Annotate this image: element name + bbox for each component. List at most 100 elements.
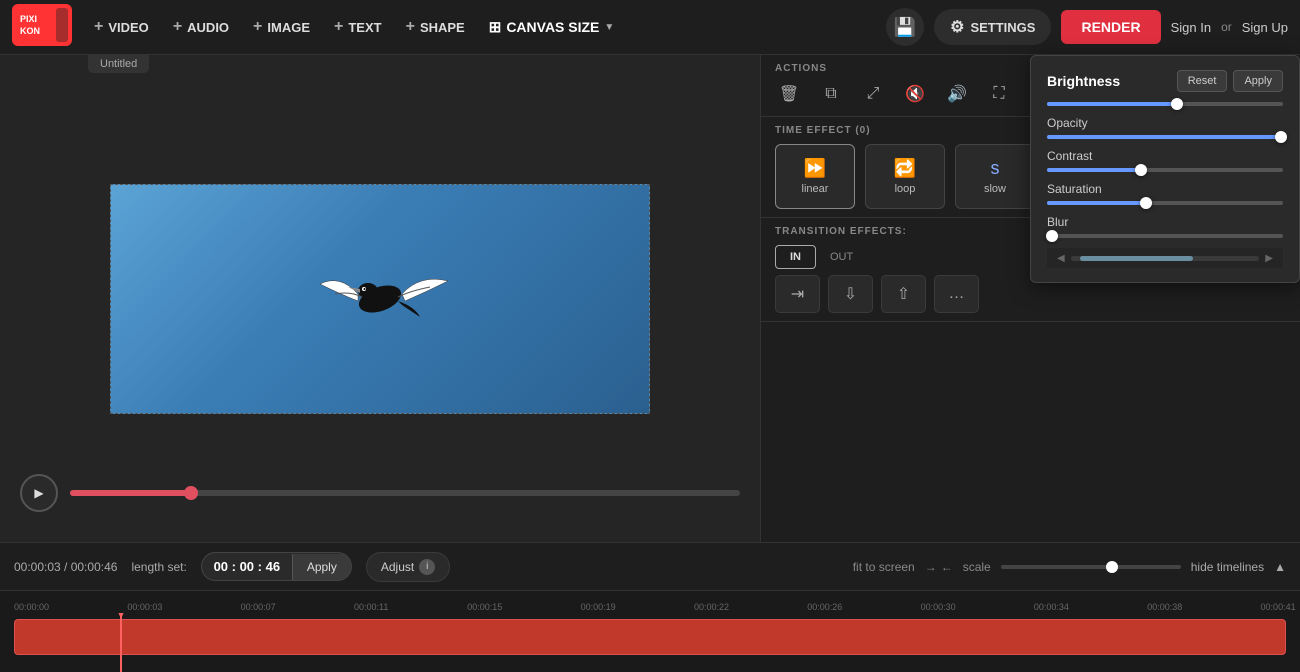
timeline-ruler: 00:00:00 00:00:03 00:00:07 00:00:11 00:00:15… bbox=[0, 591, 1300, 613]
logo[interactable]: PIXI KON bbox=[12, 4, 80, 51]
contrast-slider-fill bbox=[1047, 168, 1141, 172]
image-nav-btn[interactable]: + IMAGE bbox=[243, 12, 320, 42]
transition-out-label: OUT bbox=[830, 251, 853, 263]
scale-slider-thumb[interactable] bbox=[1106, 561, 1118, 573]
video-container bbox=[110, 184, 650, 414]
opacity-slider-section: Opacity bbox=[1047, 116, 1283, 139]
opacity-slider-fill bbox=[1047, 135, 1283, 139]
brightness-slider-thumb[interactable] bbox=[1171, 98, 1183, 110]
right-panel: ACTIONS 🗑 ⧉ ⤢ 🔇 🔊 ⛶ TIME EFFECT (0) ⏩ li… bbox=[760, 55, 1300, 542]
brightness-header-row: Brightness Reset Apply bbox=[1047, 70, 1283, 92]
save-button[interactable]: 💾 bbox=[886, 8, 924, 46]
playback-controls: ▶ bbox=[20, 474, 740, 512]
ruler-mark: 00:00:41 bbox=[1261, 602, 1296, 612]
time-option-slow[interactable]: s slow bbox=[955, 144, 1035, 209]
contrast-slider-track[interactable] bbox=[1047, 168, 1283, 172]
ruler-mark: 00:00:07 bbox=[241, 602, 276, 612]
brightness-slider-fill bbox=[1047, 102, 1177, 106]
settings-button[interactable]: ⚙ SETTINGS bbox=[934, 9, 1051, 45]
hide-timelines-chevron[interactable]: ▲ bbox=[1274, 560, 1286, 574]
canvas-dropdown-icon: ▼ bbox=[604, 22, 614, 33]
audio-nav-label: AUDIO bbox=[187, 20, 229, 35]
mute-action-icon[interactable]: 🔇 bbox=[901, 80, 929, 108]
render-label: RENDER bbox=[1081, 19, 1140, 35]
video-nav-btn[interactable]: + VIDEO bbox=[84, 12, 159, 42]
svg-text:KON: KON bbox=[20, 26, 40, 36]
sign-in-link[interactable]: Sign In bbox=[1171, 20, 1211, 35]
blur-slider-thumb[interactable] bbox=[1046, 230, 1058, 242]
trans-slide-right-icon[interactable]: ⇥ bbox=[775, 275, 820, 313]
zoom-in-arrow[interactable]: ← bbox=[941, 560, 953, 574]
play-button[interactable]: ▶ bbox=[20, 474, 58, 512]
timeline-track-area bbox=[0, 613, 1300, 672]
length-input-group: Apply bbox=[201, 552, 352, 581]
linear-icon: ⏩ bbox=[804, 158, 826, 179]
scroll-right-arrow[interactable]: ▶ bbox=[1265, 253, 1273, 264]
blur-label: Blur bbox=[1047, 215, 1283, 229]
progress-bar[interactable] bbox=[70, 490, 740, 496]
opacity-slider-thumb[interactable] bbox=[1275, 131, 1287, 143]
ruler-mark: 00:00:38 bbox=[1147, 602, 1182, 612]
time-option-loop[interactable]: 🔁 loop bbox=[865, 144, 945, 209]
brightness-slider-section bbox=[1047, 102, 1283, 106]
trans-slide-down-icon[interactable]: ⇩ bbox=[828, 275, 873, 313]
timeline-right-controls: fit to screen → ← scale hide timelines ▲ bbox=[853, 560, 1286, 574]
fullscreen-action-icon[interactable]: ⛶ bbox=[985, 80, 1013, 108]
fit-to-screen-label[interactable]: fit to screen bbox=[853, 560, 915, 574]
ruler-mark: 00:00:03 bbox=[127, 602, 162, 612]
text-nav-btn[interactable]: + TEXT bbox=[324, 12, 392, 42]
linear-label: linear bbox=[802, 183, 829, 195]
brightness-title: Brightness bbox=[1047, 73, 1120, 89]
length-apply-button[interactable]: Apply bbox=[292, 554, 351, 580]
ruler-mark: 00:00:00 bbox=[14, 602, 49, 612]
blur-slider-section: Blur bbox=[1047, 215, 1283, 238]
top-nav: PIXI KON + VIDEO + AUDIO + IMAGE + TEXT … bbox=[0, 0, 1300, 55]
save-icon: 💾 bbox=[894, 17, 916, 38]
contrast-label: Contrast bbox=[1047, 149, 1283, 163]
ruler-mark: 00:00:22 bbox=[694, 602, 729, 612]
trans-other-icon[interactable]: … bbox=[934, 275, 979, 313]
hide-timelines-label[interactable]: hide timelines bbox=[1191, 560, 1264, 574]
delete-action-icon[interactable]: 🗑 bbox=[775, 80, 803, 108]
saturation-slider-thumb[interactable] bbox=[1140, 197, 1152, 209]
text-plus-icon: + bbox=[334, 18, 343, 36]
saturation-slider-fill bbox=[1047, 201, 1146, 205]
trans-slide-up-icon[interactable]: ⇧ bbox=[881, 275, 926, 313]
opacity-slider-track[interactable] bbox=[1047, 135, 1283, 139]
ruler-mark: 00:00:15 bbox=[467, 602, 502, 612]
audio-nav-btn[interactable]: + AUDIO bbox=[163, 12, 239, 42]
or-text: or bbox=[1221, 20, 1232, 34]
zoom-arrows: → ← bbox=[925, 560, 953, 574]
render-button[interactable]: RENDER bbox=[1061, 10, 1160, 44]
copy-action-icon[interactable]: ⧉ bbox=[817, 80, 845, 108]
length-input[interactable] bbox=[202, 553, 292, 580]
contrast-slider-thumb[interactable] bbox=[1135, 164, 1147, 176]
play-icon: ▶ bbox=[34, 486, 43, 500]
contrast-slider-section: Contrast bbox=[1047, 149, 1283, 172]
time-display: 00:00:03 / 00:00:46 bbox=[14, 560, 117, 574]
brightness-slider-track[interactable] bbox=[1047, 102, 1283, 106]
transform-action-icon[interactable]: ⤢ bbox=[859, 80, 887, 108]
shape-nav-btn[interactable]: + SHAPE bbox=[396, 12, 475, 42]
adjust-button[interactable]: Adjust i bbox=[366, 552, 450, 582]
bird-image bbox=[300, 239, 460, 359]
timeline-track[interactable] bbox=[14, 619, 1286, 655]
scroll-left-arrow[interactable]: ◀ bbox=[1057, 253, 1065, 264]
blur-slider-track[interactable] bbox=[1047, 234, 1283, 238]
saturation-slider-track[interactable] bbox=[1047, 201, 1283, 205]
brightness-apply-button[interactable]: Apply bbox=[1233, 70, 1283, 92]
transition-in-button[interactable]: IN bbox=[775, 245, 816, 269]
sign-up-link[interactable]: Sign Up bbox=[1242, 20, 1288, 35]
canvas-size-nav-btn[interactable]: ⊞ CANVAS SIZE ▼ bbox=[479, 12, 625, 42]
shape-nav-label: SHAPE bbox=[420, 20, 465, 35]
scale-slider[interactable] bbox=[1001, 565, 1181, 569]
brightness-buttons: Reset Apply bbox=[1177, 70, 1283, 92]
scale-label: scale bbox=[963, 560, 991, 574]
time-option-linear[interactable]: ⏩ linear bbox=[775, 144, 855, 209]
progress-fill bbox=[70, 490, 191, 496]
volume-action-icon[interactable]: 🔊 bbox=[943, 80, 971, 108]
zoom-out-arrow[interactable]: → bbox=[925, 560, 937, 574]
ruler-mark: 00:00:11 bbox=[354, 602, 388, 612]
scroll-track[interactable] bbox=[1071, 256, 1260, 261]
brightness-reset-button[interactable]: Reset bbox=[1177, 70, 1228, 92]
